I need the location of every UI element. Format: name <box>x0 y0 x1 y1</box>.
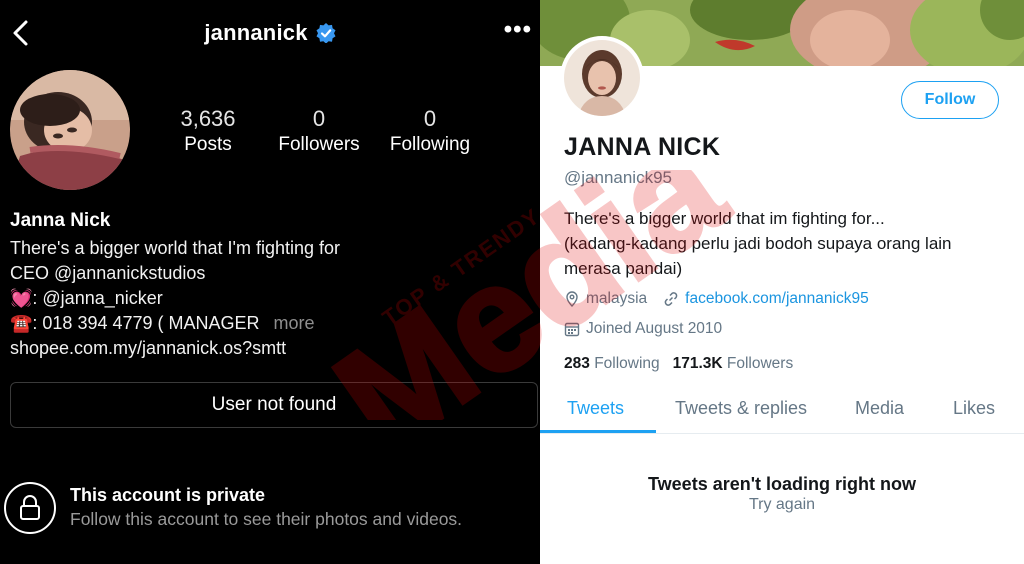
profile-tabs: Tweets Tweets & replies Media Likes <box>540 386 1024 434</box>
bio-line: There's a bigger world that I'm fighting… <box>10 238 341 258</box>
follow-button[interactable]: Follow <box>901 81 999 119</box>
following-label: Following <box>389 134 471 155</box>
posts-stat[interactable]: 3,636 Posts <box>148 106 268 158</box>
try-again-link[interactable]: Try again <box>540 496 1024 514</box>
joined-date: Joined August 2010 <box>586 320 723 337</box>
profile-header: jannanick <box>0 18 540 48</box>
user-not-found-button[interactable]: User not found <box>10 382 538 428</box>
following-count: 0 <box>423 106 437 131</box>
verified-badge-icon <box>316 23 336 43</box>
joined-row: Joined August 2010 <box>564 320 722 338</box>
private-account-subtitle: Follow this account to see their photos … <box>70 509 463 529</box>
link-icon <box>664 292 678 306</box>
location-pin-icon <box>566 291 578 307</box>
followers-stat[interactable]: 0 Followers <box>259 106 379 158</box>
lock-icon <box>4 482 56 534</box>
bio-phone-text: ☎️: 018 394 4779 ( MANAGER <box>10 313 260 333</box>
bio-line: 💓: @janna_nicker <box>10 288 163 308</box>
follow-counts: 283 Following 171.3K Followers <box>564 355 793 373</box>
profile-name: Janna Nick <box>10 210 111 231</box>
tab-tweets-replies[interactable]: Tweets & replies <box>675 398 807 419</box>
instagram-profile-panel: jannanick ••• 3,636 Posts 0 Followers 0 … <box>0 0 540 564</box>
website-link[interactable]: facebook.com/jannanick95 <box>685 290 869 308</box>
followers-count: 0 <box>312 106 326 131</box>
posts-count: 3,636 <box>180 106 236 131</box>
bio-line: merasa pandai) <box>564 259 683 278</box>
empty-state-title: Tweets aren't loading right now <box>648 474 916 494</box>
tab-tweets[interactable]: Tweets <box>567 398 624 419</box>
bio-line: CEO @jannanickstudios <box>10 263 206 283</box>
tab-media[interactable]: Media <box>855 398 904 419</box>
bio-line-phone: ☎️: 018 394 4779 ( MANAGER more <box>10 313 315 334</box>
bio-more-link[interactable]: more <box>274 313 315 333</box>
active-tab-indicator <box>540 430 656 433</box>
twitter-profile-panel: Follow JANNA NICK @jannanick95 There's a… <box>540 0 1024 564</box>
more-options-icon[interactable]: ••• <box>504 18 532 42</box>
bio-line: There's a bigger world that im fighting … <box>564 209 885 228</box>
followers-link[interactable]: 171.3K Followers <box>673 355 794 372</box>
following-label: Following <box>594 355 660 372</box>
profile-handle: @jannanick95 <box>564 168 672 187</box>
following-count: 283 <box>564 355 590 372</box>
profile-handle: jannanick <box>204 20 308 45</box>
avatar[interactable] <box>560 36 644 120</box>
tab-likes[interactable]: Likes <box>953 398 995 419</box>
followers-label: Followers <box>726 355 794 372</box>
followers-label: Followers <box>278 134 360 155</box>
bio-line: (kadang-kadang perlu jadi bodoh supaya o… <box>564 234 952 253</box>
avatar[interactable] <box>10 70 130 190</box>
followers-count: 171.3K <box>672 355 723 372</box>
profile-name: JANNA NICK <box>564 133 721 161</box>
following-stat[interactable]: 0 Following <box>370 106 490 158</box>
profile-meta-row: malaysia facebook.com/jannanick95 <box>564 290 869 308</box>
location-text: malaysia <box>586 290 648 307</box>
posts-label: Posts <box>184 134 232 155</box>
following-link[interactable]: 283 Following <box>564 355 660 372</box>
calendar-icon <box>564 322 580 337</box>
bio-website-link[interactable]: shopee.com.my/jannanick.os?smtt <box>10 338 286 359</box>
private-account-title: This account is private <box>70 485 266 505</box>
